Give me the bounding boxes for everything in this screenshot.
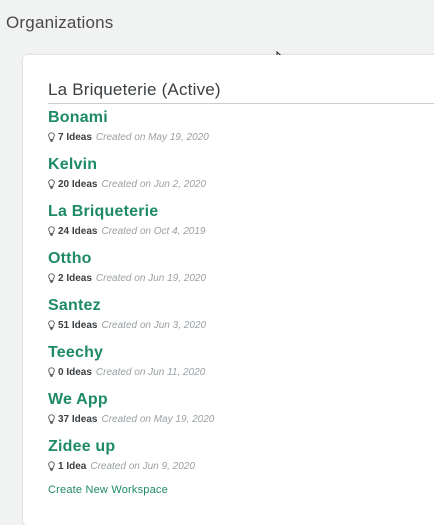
created-date: Created on May 19, 2020 — [101, 413, 215, 425]
created-date: Created on Jun 19, 2020 — [95, 272, 207, 284]
lightbulb-icon — [48, 460, 55, 471]
ideas-count: 37 Ideas — [58, 413, 98, 425]
ideas-count: 24 Ideas — [58, 225, 98, 237]
list-item: Ottho 2 Ideas Created on Jun 19, 2020 — [48, 248, 214, 295]
lightbulb-icon — [48, 272, 55, 283]
organizations-card: La Briqueterie (Active) Bonami 7 Ideas C… — [23, 55, 434, 525]
lightbulb-icon — [48, 225, 55, 236]
organization-meta: 51 Ideas Created on Jun 3, 2020 — [48, 317, 214, 333]
lightbulb-icon — [48, 319, 55, 330]
lightbulb-icon — [48, 413, 55, 424]
list-item: Santez 51 Ideas Created on Jun 3, 2020 — [48, 295, 214, 342]
active-organization-heading: La Briqueterie (Active) — [48, 80, 434, 104]
ideas-count: 20 Ideas — [58, 178, 98, 190]
ideas-count: 0 Ideas — [58, 366, 92, 378]
created-date: Created on Jun 2, 2020 — [101, 178, 207, 190]
organization-link[interactable]: Teechy — [48, 342, 214, 363]
list-item: La Briqueterie 24 Ideas Created on Oct 4… — [48, 201, 214, 248]
organization-meta: 20 Ideas Created on Jun 2, 2020 — [48, 176, 214, 192]
organization-list: Bonami 7 Ideas Created on May 19, 2020 K… — [48, 107, 214, 483]
page-title: Organizations — [6, 13, 114, 32]
create-workspace-link[interactable]: Create New Workspace — [48, 484, 168, 496]
organization-link[interactable]: Bonami — [48, 107, 214, 128]
organization-meta: 37 Ideas Created on May 19, 2020 — [48, 411, 214, 427]
organization-link[interactable]: Ottho — [48, 248, 214, 269]
created-date: Created on Jun 3, 2020 — [101, 319, 207, 331]
list-item: Kelvin 20 Ideas Created on Jun 2, 2020 — [48, 154, 214, 201]
lightbulb-icon — [48, 131, 55, 142]
organization-meta: 2 Ideas Created on Jun 19, 2020 — [48, 270, 214, 286]
ideas-count: 51 Ideas — [58, 319, 98, 331]
organization-link[interactable]: Kelvin — [48, 154, 214, 175]
organization-link[interactable]: La Briqueterie — [48, 201, 214, 222]
list-item: Teechy 0 Ideas Created on Jun 11, 2020 — [48, 342, 214, 389]
organization-meta: 0 Ideas Created on Jun 11, 2020 — [48, 364, 214, 380]
ideas-count: 2 Ideas — [58, 272, 92, 284]
created-date: Created on May 19, 2020 — [95, 131, 209, 143]
created-date: Created on Jun 11, 2020 — [95, 366, 206, 378]
list-item: Bonami 7 Ideas Created on May 19, 2020 — [48, 107, 214, 154]
lightbulb-icon — [48, 178, 55, 189]
created-date: Created on Jun 9, 2020 — [90, 460, 195, 472]
lightbulb-icon — [48, 366, 55, 377]
organization-link[interactable]: Santez — [48, 295, 214, 316]
ideas-count: 7 Ideas — [58, 131, 92, 143]
created-date: Created on Oct 4, 2019 — [101, 225, 206, 237]
list-item: Zidee up 1 Idea Created on Jun 9, 2020 — [48, 436, 214, 483]
list-item: We App 37 Ideas Created on May 19, 2020 — [48, 389, 214, 436]
organization-link[interactable]: We App — [48, 389, 214, 410]
ideas-count: 1 Idea — [58, 460, 87, 472]
organization-meta: 1 Idea Created on Jun 9, 2020 — [48, 458, 214, 474]
organization-meta: 7 Ideas Created on May 19, 2020 — [48, 129, 214, 145]
organization-link[interactable]: Zidee up — [48, 436, 214, 457]
organization-meta: 24 Ideas Created on Oct 4, 2019 — [48, 223, 214, 239]
